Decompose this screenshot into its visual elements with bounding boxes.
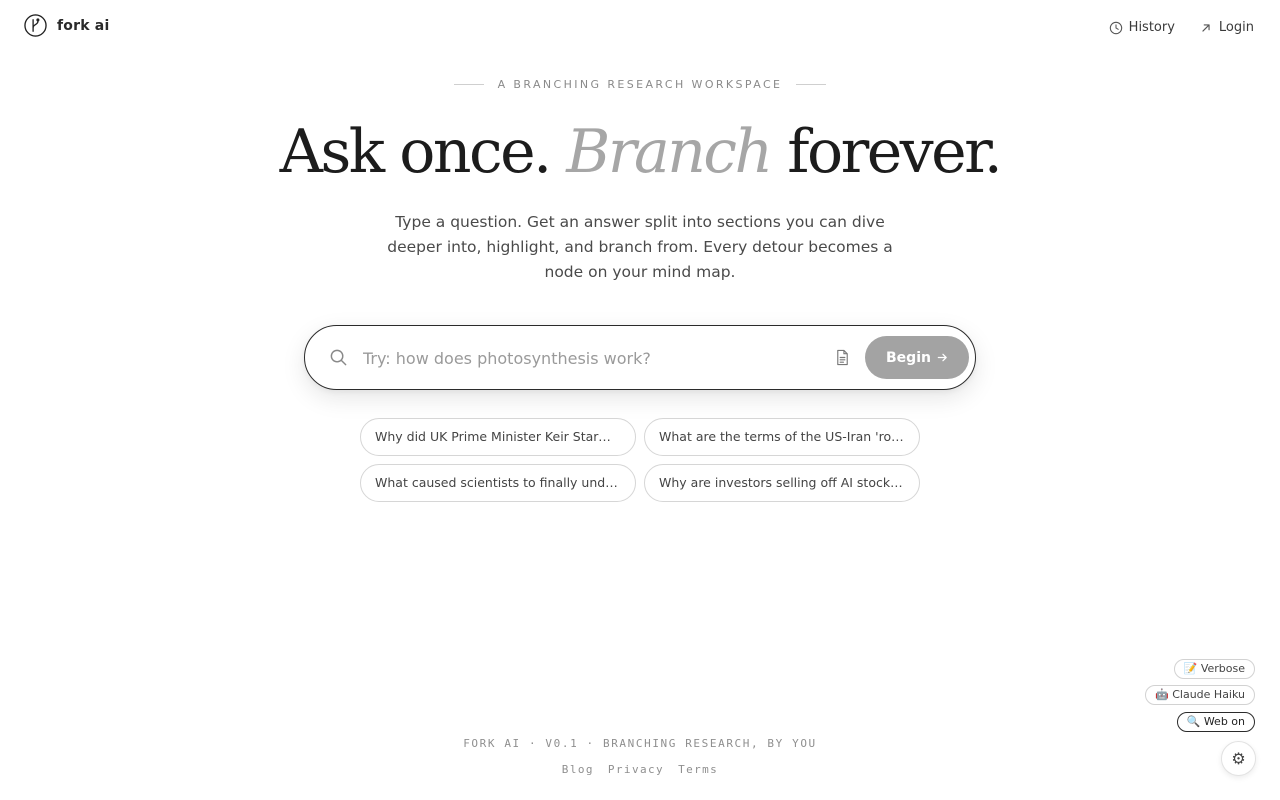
- footer-link-terms[interactable]: Terms: [678, 763, 718, 776]
- clock-icon: [1109, 21, 1122, 34]
- brand[interactable]: fork ai: [24, 14, 109, 37]
- footer-link-privacy[interactable]: Privacy: [608, 763, 664, 776]
- headline-part1: Ask once.: [279, 117, 553, 187]
- eyebrow-text: A BRANCHING RESEARCH WORKSPACE: [497, 78, 783, 91]
- arrow-right-icon: [937, 353, 947, 362]
- web-search-toggle[interactable]: 🔍 Web on: [1176, 712, 1255, 732]
- eyebrow-divider-left: [453, 84, 484, 85]
- model-selector[interactable]: 🤖 Claude Haiku: [1145, 685, 1255, 705]
- login-label: Login: [1218, 20, 1254, 35]
- begin-label: Begin: [886, 349, 931, 366]
- suggestion-chip[interactable]: What are the terms of the US-Iran 'road…: [644, 418, 920, 456]
- footer-tagline: FORK AI · V0.1 · BRANCHING RESEARCH, BY …: [463, 737, 817, 750]
- suggestion-grid: Why did UK Prime Minister Keir Starmer ……: [360, 418, 920, 502]
- eyebrow-divider-right: [796, 84, 827, 85]
- brand-name: fork ai: [57, 17, 110, 34]
- search-icon: [330, 349, 347, 366]
- eyebrow-row: A BRANCHING RESEARCH WORKSPACE: [0, 78, 1280, 91]
- login-link[interactable]: Login: [1199, 20, 1254, 35]
- history-link[interactable]: History: [1109, 20, 1175, 35]
- top-nav: History Login: [1109, 20, 1254, 35]
- footer-links: Blog Privacy Terms: [0, 763, 1280, 776]
- history-label: History: [1128, 20, 1175, 35]
- search-input[interactable]: [363, 344, 813, 372]
- header: fork ai History Login: [0, 0, 1280, 56]
- suggestion-chip[interactable]: Why did UK Prime Minister Keir Starmer …: [360, 418, 636, 456]
- subtitle: Type a question. Get an answer split int…: [387, 213, 893, 281]
- verbose-toggle[interactable]: 📝 Verbose: [1173, 659, 1255, 679]
- suggestion-chip[interactable]: Why are investors selling off AI stocks …: [644, 464, 920, 502]
- begin-button[interactable]: Begin: [865, 336, 969, 379]
- headline: Ask once. Branch forever.: [0, 112, 1280, 192]
- fork-logo-icon: [24, 14, 47, 37]
- suggestion-chip[interactable]: What caused scientists to finally unders…: [360, 464, 636, 502]
- headline-part2: forever.: [787, 117, 1003, 187]
- search-bar: Begin: [304, 325, 976, 390]
- headline-accent: Branch: [566, 117, 773, 187]
- document-attach-icon[interactable]: [834, 349, 851, 366]
- arrow-up-right-icon: [1202, 23, 1210, 32]
- footer-link-blog[interactable]: Blog: [562, 763, 594, 776]
